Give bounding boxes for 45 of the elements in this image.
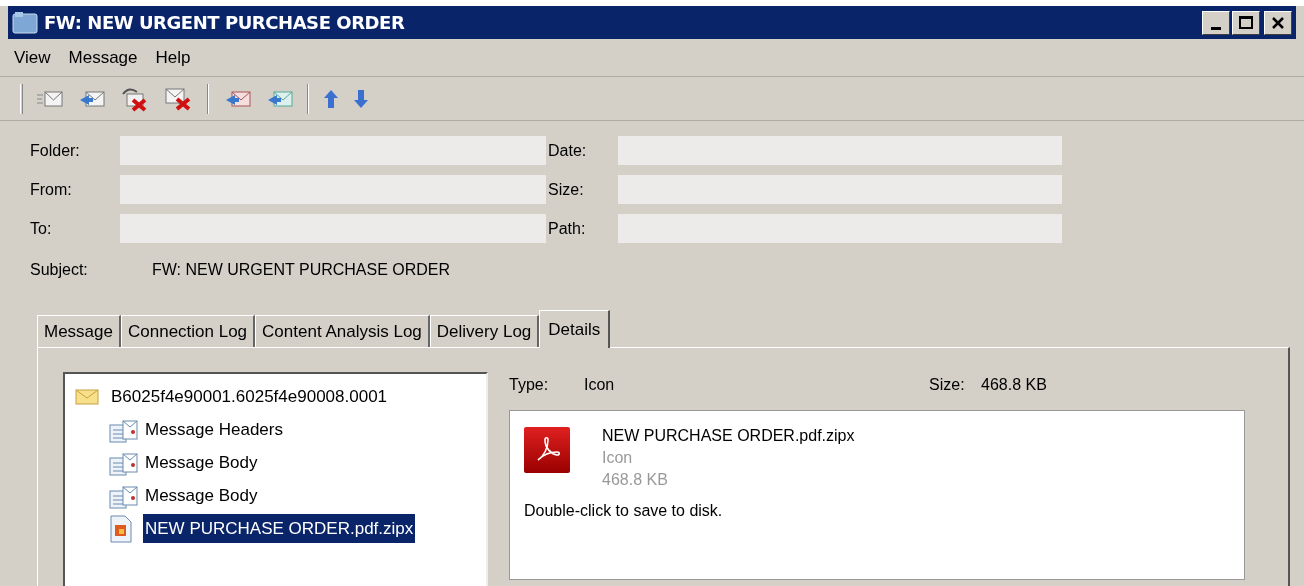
menu-item[interactable]: View (14, 44, 51, 71)
tree-item[interactable]: B6025f4e90001.6025f4e90008.0001 (109, 383, 390, 410)
pdf-file-icon (524, 427, 570, 473)
minimize-button[interactable] (1202, 10, 1230, 35)
undo-delete-icon[interactable] (119, 85, 149, 112)
field-label: To: (30, 218, 53, 239)
file-size: 468.8 KB (602, 470, 669, 490)
delete-message-icon[interactable] (163, 85, 193, 112)
file-icon (109, 514, 133, 543)
down-arrow-icon[interactable] (353, 88, 369, 109)
envelope-icon (75, 388, 99, 405)
tree-item[interactable]: Message Headers (143, 416, 285, 443)
type-value: Icon (584, 375, 616, 395)
up-arrow-icon[interactable] (323, 88, 339, 109)
menu-item[interactable]: Help (155, 44, 191, 71)
file-type: Icon (602, 448, 634, 468)
size-label: Size: (929, 375, 966, 395)
subject-value: FW: NEW URGENT PURCHASE ORDER (152, 260, 451, 280)
tab[interactable]: Details (539, 310, 611, 348)
field-label: Date: (548, 140, 588, 161)
window-icon (12, 10, 38, 35)
envelope-send-icon[interactable] (37, 89, 63, 108)
field-label: Size: (548, 179, 585, 200)
field-label: Folder: (30, 140, 81, 161)
menu-item[interactable]: Message (68, 44, 138, 71)
tree-item[interactable]: NEW PURCHASE ORDER.pdf.zipx (143, 514, 416, 543)
minimize-icon (1211, 26, 1221, 30)
window-title: FW: NEW URGENT PURCHASE ORDER (44, 11, 405, 35)
maximize-icon (1239, 16, 1253, 29)
tab[interactable]: Content Analysis Log (255, 315, 430, 347)
size-value: 468.8 KB (981, 375, 1047, 395)
close-icon (1271, 16, 1285, 29)
subject-label: Subject: (30, 260, 89, 280)
maximize-button[interactable] (1232, 10, 1260, 35)
tab[interactable]: Message (37, 315, 121, 347)
field-label: From: (30, 179, 73, 200)
tree-item[interactable]: Message Body (143, 449, 260, 476)
type-label: Type: (509, 375, 550, 395)
save-hint: Double-click to save to disk. (524, 501, 724, 521)
field-label: Path: (548, 218, 587, 239)
tree-item[interactable]: Message Body (143, 482, 260, 509)
file-name: NEW PURCHASE ORDER.pdf.zipx (602, 426, 855, 446)
close-button[interactable] (1264, 10, 1292, 35)
tab[interactable]: Delivery Log (429, 315, 540, 347)
tab[interactable]: Connection Log (121, 315, 256, 347)
